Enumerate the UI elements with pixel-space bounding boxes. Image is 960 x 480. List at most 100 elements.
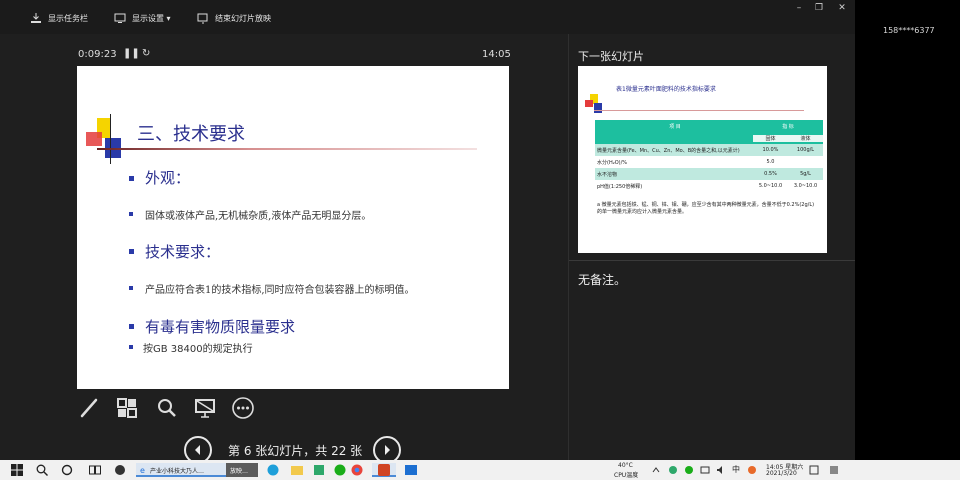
windows-taskbar: e 产业小科技大乃人… 放映… 40°C CPU温度 中 14:05 星期六 2…	[0, 460, 960, 480]
bullet-icon	[129, 345, 133, 349]
panel-divider	[568, 34, 569, 460]
decor-red-square	[585, 100, 593, 107]
tray-app-icon[interactable]	[683, 463, 695, 477]
app-icon[interactable]	[404, 463, 418, 477]
presenter-toolbar: 显示任务栏 显示设置 ▾ 结束幻灯片放映 – ❐ ✕	[0, 0, 855, 34]
table-cell: 10.0%	[762, 147, 779, 153]
slide-bullet-4: 产品应符合表1的技术指标,同时应符合包装容器上的标明值。	[145, 285, 415, 296]
cortana-icon[interactable]	[60, 463, 74, 477]
tray-app-icon[interactable]	[667, 463, 679, 477]
table-cell: 微量元素含量(Fe、Mn、Cu、Zn、Mo、B的含量之和,以元素计)	[597, 147, 740, 154]
background-window	[855, 0, 960, 460]
app-icon[interactable]	[312, 463, 326, 477]
powerpoint-icon	[378, 464, 390, 476]
taskbar-slideshow-app[interactable]: 放映…	[226, 463, 258, 477]
notes-divider	[569, 260, 855, 261]
user-id: 158****6377	[883, 26, 935, 35]
elapsed-timer: 0:09:23	[78, 49, 117, 60]
show-taskbar-button[interactable]: 显示任务栏	[30, 10, 88, 26]
edge-icon: e	[140, 466, 145, 475]
header-item: 项 目	[669, 123, 681, 130]
display-settings-button[interactable]: 显示设置 ▾	[114, 10, 171, 26]
slide-bullet-5: 有毒有害物质限量要求	[145, 318, 296, 336]
minimize-button[interactable]: –	[788, 2, 810, 14]
end-slideshow-button[interactable]: 结束幻灯片放映	[197, 10, 271, 26]
close-button[interactable]: ✕	[831, 2, 853, 14]
restart-timer-icon[interactable]: ↻	[142, 48, 150, 59]
see-all-slides-icon[interactable]	[115, 396, 139, 420]
search-icon[interactable]	[35, 463, 49, 477]
show-taskbar-label: 显示任务栏	[48, 13, 88, 23]
taskbar-date: 2021/3/20	[766, 470, 797, 477]
subheader-liquid: 液体	[788, 134, 823, 142]
app-icon[interactable]	[113, 463, 127, 477]
edge-icon[interactable]	[266, 463, 280, 477]
header-indicator: 指 标	[782, 123, 794, 130]
task-view-icon[interactable]	[88, 463, 102, 477]
notification-icon[interactable]	[808, 463, 820, 477]
title-underline	[594, 110, 804, 111]
file-explorer-icon[interactable]	[290, 463, 304, 477]
table-row: 水不溶物 0.5% 5g/L	[595, 168, 823, 180]
title-underline	[97, 148, 477, 150]
slide-bullet-6: 按GB 38400的规定执行	[143, 344, 253, 355]
slide-bullet-1: 外观：	[145, 169, 191, 187]
pause-icon[interactable]: ❚❚	[123, 48, 140, 59]
tray-app-icon[interactable]	[828, 463, 840, 477]
taskbar-app2-label: 放映…	[230, 468, 249, 475]
table-cell: 3.0~10.0	[793, 183, 818, 189]
restore-button[interactable]: ❐	[808, 2, 830, 14]
slide-bullet-2: 固体或液体产品,无机械杂质,液体产品无明显分层。	[145, 211, 372, 222]
decor-vertical-line	[110, 114, 111, 164]
table-cell: 0.5%	[764, 171, 777, 177]
slide-counter: 第 6 张幻灯片，共 22 张	[228, 444, 363, 458]
table-cell: 5.0~10.0	[758, 183, 783, 189]
bullet-icon	[129, 176, 134, 181]
weather-sub: CPU温度	[614, 472, 639, 479]
ime-indicator[interactable]: 中	[732, 464, 740, 475]
table-header: 项 目 指 标	[595, 120, 823, 132]
wechat-icon[interactable]	[333, 463, 347, 477]
end-slideshow-icon	[197, 12, 209, 24]
weather-temp: 40°C	[618, 462, 633, 469]
table-row: 水分(H₂O)/% 5.0	[595, 156, 823, 168]
subheader-solid: 固体	[753, 134, 788, 142]
clock: 14:05	[482, 49, 511, 60]
presenter-view: 显示任务栏 显示设置 ▾ 结束幻灯片放映 – ❐ ✕ 0:09:23 ❚❚ ↻ …	[0, 0, 855, 464]
table-cell: 100g/L	[796, 147, 815, 153]
tray-app-icon[interactable]	[746, 463, 758, 477]
end-slideshow-label: 结束幻灯片放映	[215, 13, 271, 23]
slide-bullet-3: 技术要求：	[145, 243, 221, 261]
current-slide[interactable]: 三、技术要求 外观： 固体或液体产品,无机械杂质,液体产品无明显分层。 技术要求…	[77, 66, 509, 389]
network-icon[interactable]	[699, 463, 711, 477]
table-cell: pH值(1:250倍稀释)	[597, 183, 643, 190]
volume-icon[interactable]	[715, 463, 727, 477]
taskbar-icon	[30, 12, 42, 24]
windows-start-icon[interactable]	[10, 463, 24, 477]
chrome-icon[interactable]	[350, 463, 364, 477]
pen-icon[interactable]	[78, 396, 102, 420]
chevron-left-icon	[195, 445, 200, 455]
bullet-icon	[129, 249, 134, 254]
decor-red-square	[86, 132, 102, 146]
next-slide-title: 表1微量元素叶面肥料的技术指标要求	[616, 86, 716, 93]
table-row: pH值(1:250倍稀释) 5.0~10.0 3.0~10.0	[595, 180, 823, 192]
tray-chevron-up-icon[interactable]	[650, 463, 662, 477]
more-options-icon[interactable]	[231, 396, 255, 420]
zoom-icon[interactable]	[155, 396, 179, 420]
bullet-icon	[129, 286, 133, 290]
slide-title: 三、技术要求	[137, 124, 245, 145]
speaker-notes: 无备注。	[578, 273, 627, 287]
display-settings-icon	[114, 12, 126, 24]
next-slide-preview[interactable]: 表1微量元素叶面肥料的技术指标要求 项 目 指 标 固体 液体 微量元素含量(F…	[578, 66, 827, 253]
table-cell: 5.0	[766, 159, 775, 165]
table-cell: 5g/L	[800, 171, 811, 177]
bullet-icon	[129, 212, 133, 216]
black-screen-icon[interactable]	[193, 396, 217, 420]
table-cell: 水分(H₂O)/%	[597, 159, 628, 166]
taskbar-powerpoint[interactable]	[372, 463, 396, 477]
bullet-icon	[129, 324, 134, 329]
next-slide-table: 项 目 指 标 固体 液体 微量元素含量(Fe、Mn、Cu、Zn、Mo、B的含量…	[595, 120, 823, 192]
display-settings-label: 显示设置 ▾	[132, 13, 171, 23]
chevron-right-icon	[385, 445, 390, 455]
